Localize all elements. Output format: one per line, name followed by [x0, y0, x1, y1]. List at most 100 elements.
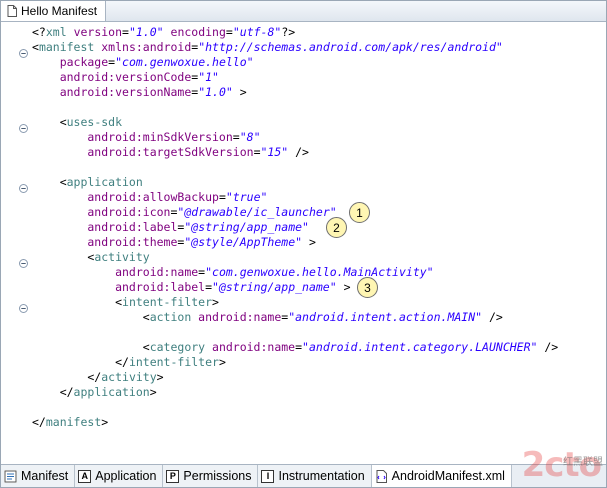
numbered-callout: 1	[349, 202, 370, 223]
xml-punctuation: =	[295, 340, 303, 354]
code-line[interactable]: <action android:name="android.intent.act…	[32, 310, 503, 325]
fold-toggle-icon[interactable]	[19, 118, 28, 133]
xml-punctuation: </	[32, 355, 129, 369]
xml-attribute: encoding	[163, 25, 226, 39]
code-line[interactable]: android:targetSdkVersion="15" />	[32, 145, 309, 160]
code-line[interactable]: <intent-filter>	[32, 295, 219, 310]
xml-attribute: android:versionName	[32, 85, 192, 99]
editor-page-tabs: Manifest A Application P Permissions I Instrum…	[1, 464, 606, 487]
code-line[interactable]: <?xml version="1.0" encoding="utf-8"?>	[32, 25, 295, 40]
xml-attribute: android:name	[32, 265, 199, 279]
watermark-subtext: 红黑联盟	[563, 457, 603, 468]
editor-title-bar: Hello Manifest	[1, 1, 606, 22]
code-line[interactable]: </intent-filter>	[32, 355, 226, 370]
xml-tag: activity	[101, 370, 157, 384]
xml-value: "@string/app_name"	[212, 280, 337, 294]
xml-tag: xml	[45, 25, 67, 39]
xml-punctuation: </	[32, 415, 46, 429]
page-tab-label: AndroidManifest.xml	[391, 469, 505, 483]
page-tab-androidmanifest-xml[interactable]: AndroidManifest.xml	[371, 465, 512, 487]
xml-punctuation: =	[253, 145, 261, 159]
code-line[interactable]: android:allowBackup="true"	[32, 190, 267, 205]
xml-punctuation: ?>	[281, 25, 296, 39]
xml-value: "com.genwoxue.hello"	[115, 55, 254, 69]
code-line[interactable]: <activity	[32, 250, 150, 265]
xml-value: "8"	[239, 130, 261, 144]
xml-attribute: android:minSdkVersion	[32, 130, 233, 144]
xml-punctuation: <	[32, 40, 39, 54]
fold-toggle-icon[interactable]	[19, 298, 28, 313]
code-line[interactable]: android:icon="@drawable/ic_launcher"	[32, 205, 336, 220]
code-line[interactable]: android:name="com.genwoxue.hello.MainAct…	[32, 265, 434, 280]
fold-toggle-icon[interactable]	[19, 43, 28, 58]
editor-gutter	[1, 22, 29, 464]
fold-toggle-icon[interactable]	[19, 178, 28, 193]
page-tab-instrumentation[interactable]: I Instrumentation	[258, 465, 372, 487]
xml-punctuation: >	[302, 235, 316, 249]
xml-punctuation: <?	[32, 25, 46, 39]
xml-attribute: android:icon	[32, 205, 171, 219]
fold-toggle-icon[interactable]	[19, 253, 28, 268]
xml-tag: intent-filter	[122, 295, 213, 309]
xml-punctuation: =	[225, 25, 233, 39]
code-line[interactable]: </activity>	[32, 370, 163, 385]
page-tab-manifest[interactable]: Manifest	[1, 465, 76, 487]
code-line[interactable]: <category android:name="android.intent.c…	[32, 340, 558, 355]
xml-punctuation: >	[336, 280, 351, 294]
xml-value: "http://schemas.android.com/apk/res/andr…	[198, 40, 503, 54]
xml-punctuation: =	[218, 190, 226, 204]
xml-attribute: android:label	[32, 220, 178, 234]
manifest-icon	[4, 469, 17, 483]
xml-value: "1"	[198, 70, 219, 84]
xml-punctuation: <	[32, 175, 67, 189]
xml-punctuation: >	[149, 385, 157, 399]
xml-punctuation: =	[232, 130, 240, 144]
code-line[interactable]: <application	[32, 175, 143, 190]
xml-punctuation: =	[122, 25, 129, 39]
tab-hello-manifest[interactable]: Hello Manifest	[1, 1, 107, 21]
xml-value: "@string/app_name"	[184, 220, 309, 234]
page-tab-label: Application	[95, 469, 157, 483]
xml-punctuation: >	[218, 355, 226, 369]
xml-punctuation: </	[32, 385, 74, 399]
instrumentation-icon: I	[261, 469, 275, 483]
xml-attribute: android:allowBackup	[32, 190, 219, 204]
numbered-callout: 2	[326, 217, 347, 238]
xml-attribute: android:name	[205, 340, 296, 354]
xml-tag: manifest	[38, 40, 95, 54]
xml-editor[interactable]: <?xml version="1.0" encoding="utf-8"?> <m…	[1, 22, 606, 464]
xml-tag: activity	[94, 250, 150, 264]
page-tab-application[interactable]: A Application	[75, 465, 164, 487]
xml-attribute: android:name	[191, 310, 282, 324]
code-line[interactable]: </application>	[32, 385, 157, 400]
xml-value: "android.intent.action.MAIN"	[288, 310, 483, 324]
xml-punctuation: />	[537, 340, 559, 354]
xml-punctuation: />	[482, 310, 503, 324]
code-line[interactable]: <uses-sdk	[32, 115, 122, 130]
code-line[interactable]: android:label="@string/app_name"	[32, 220, 309, 235]
xml-value: "1.0"	[198, 85, 233, 99]
code-line[interactable]: </manifest>	[32, 415, 108, 430]
xml-attribute: xmlns:android	[94, 40, 192, 54]
xml-tag: uses-sdk	[66, 115, 123, 129]
code-line[interactable]: android:theme="@style/AppTheme" >	[32, 235, 316, 250]
xml-tag: category	[149, 340, 206, 354]
code-line[interactable]: android:versionCode="1"	[32, 70, 219, 85]
xml-attribute: android:theme	[32, 235, 178, 249]
page-tab-label: Manifest	[21, 469, 69, 483]
code-line[interactable]: <manifest xmlns:android="http://schemas.…	[32, 40, 503, 55]
xml-tag: action	[149, 310, 192, 324]
code-line[interactable]: package="com.genwoxue.hello"	[32, 55, 254, 70]
xml-punctuation: >	[101, 415, 109, 429]
page-tab-permissions[interactable]: P Permissions	[163, 465, 259, 487]
xml-punctuation: <	[32, 295, 123, 309]
xml-attribute: android:versionCode	[32, 70, 192, 84]
code-line[interactable]: android:versionName="1.0" >	[32, 85, 247, 100]
code-line[interactable]: android:label="@string/app_name" >	[32, 280, 351, 295]
xml-value: "15"	[260, 145, 289, 159]
xml-value: "utf-8"	[232, 25, 282, 39]
xml-tag: application	[66, 175, 143, 189]
xml-punctuation: >	[232, 85, 247, 99]
code-line[interactable]: android:minSdkVersion="8"	[32, 130, 261, 145]
xml-value: "true"	[225, 190, 268, 204]
